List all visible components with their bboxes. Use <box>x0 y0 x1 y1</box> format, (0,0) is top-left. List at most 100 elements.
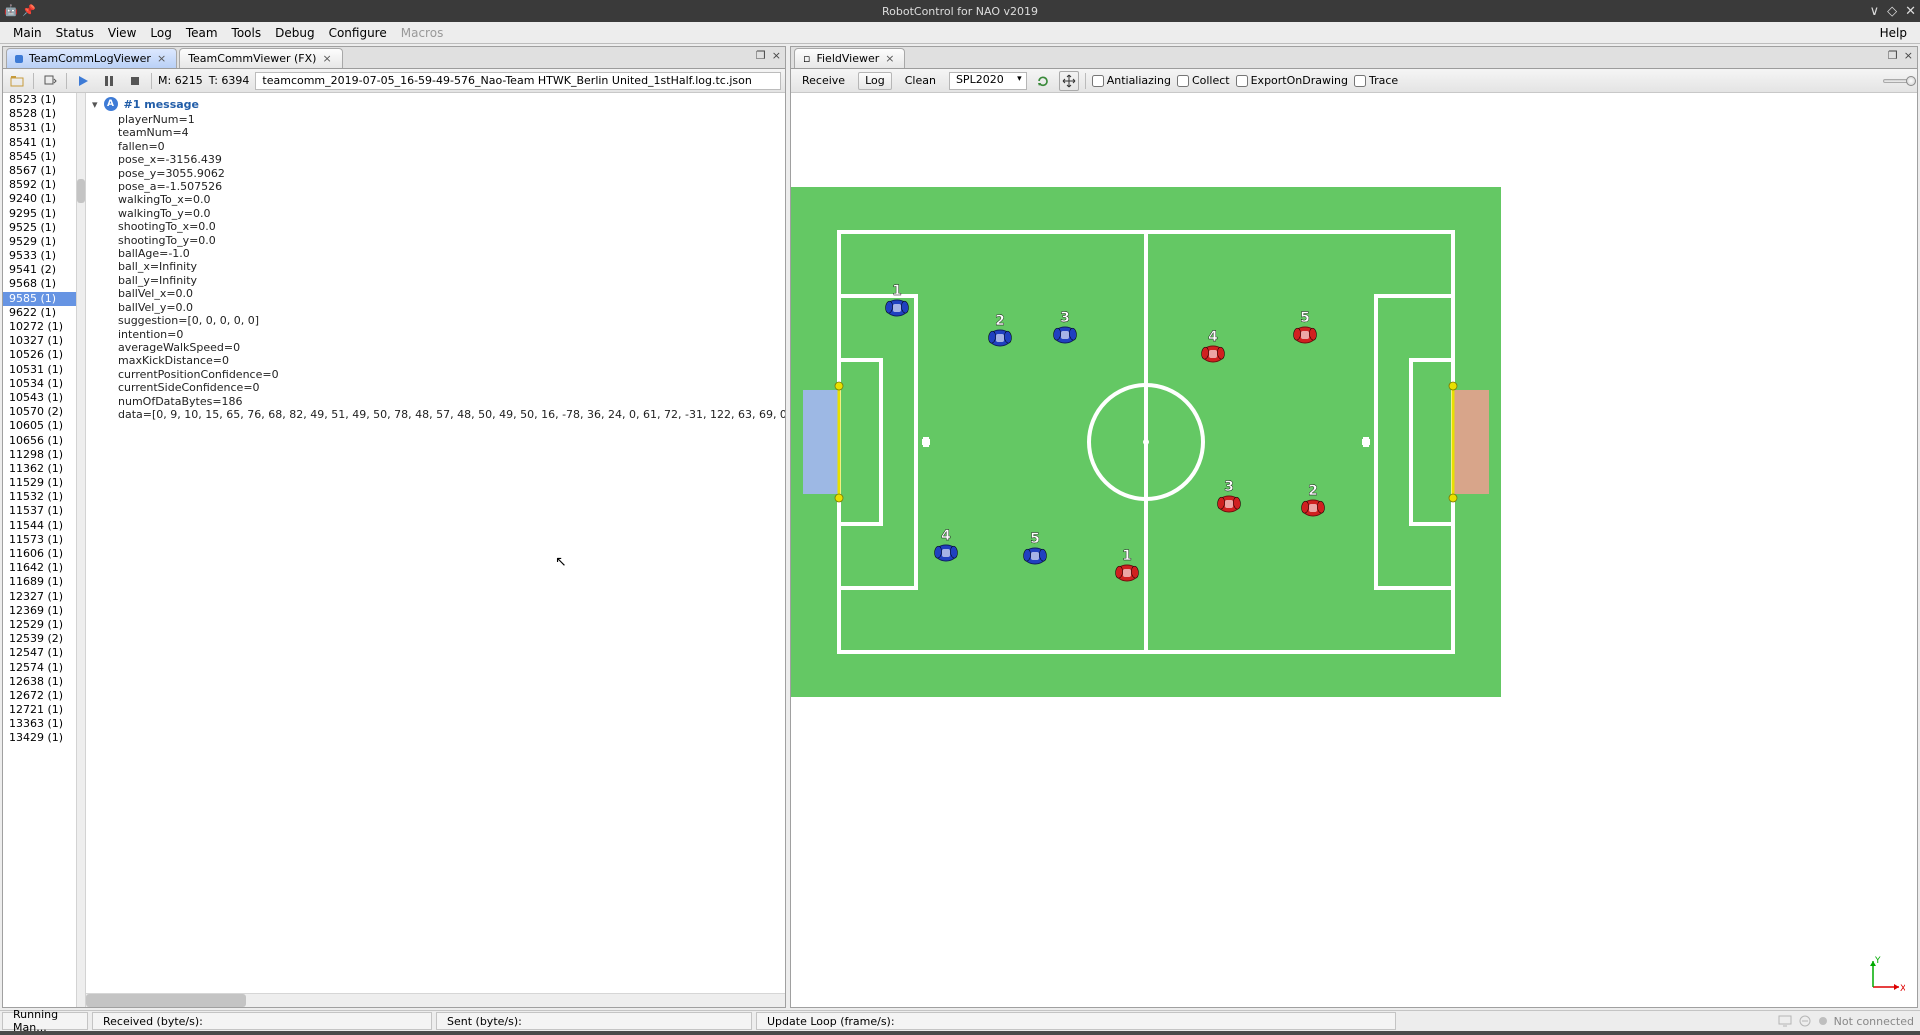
log-list-item[interactable]: 12547 (1) <box>3 646 76 660</box>
message-property-line: pose_y=3055.9062 <box>92 167 783 180</box>
field-canvas[interactable]: 1234512345 X Y <box>791 93 1917 1007</box>
log-list-item[interactable]: 12574 (1) <box>3 661 76 675</box>
log-list-item[interactable]: 8528 (1) <box>3 107 76 121</box>
log-list-item[interactable]: 12539 (2) <box>3 632 76 646</box>
collect-checkbox[interactable]: Collect <box>1177 74 1230 87</box>
log-list-item[interactable]: 11532 (1) <box>3 490 76 504</box>
export-checkbox[interactable]: ExportOnDrawing <box>1236 74 1348 87</box>
log-list-item[interactable]: 11362 (1) <box>3 462 76 476</box>
log-list-item[interactable]: 8592 (1) <box>3 178 76 192</box>
log-list-item[interactable]: 11606 (1) <box>3 547 76 561</box>
slider-thumb[interactable] <box>1906 76 1916 86</box>
message-tree-node[interactable]: ▾ A #1 message <box>92 97 783 111</box>
clean-button[interactable]: Clean <box>898 72 943 90</box>
log-list-item[interactable]: 11642 (1) <box>3 561 76 575</box>
log-list-item[interactable]: 10534 (1) <box>3 377 76 391</box>
close-icon[interactable]: × <box>157 52 166 65</box>
log-list-item[interactable]: 11544 (1) <box>3 519 76 533</box>
log-list-item[interactable]: 12529 (1) <box>3 618 76 632</box>
log-list-item[interactable]: 10605 (1) <box>3 419 76 433</box>
log-list-item[interactable]: 9529 (1) <box>3 235 76 249</box>
minimize-icon[interactable]: ∨ <box>1870 4 1880 19</box>
log-list-item[interactable]: 8531 (1) <box>3 121 76 135</box>
stop-button[interactable] <box>125 71 145 91</box>
close-icon[interactable]: ✕ <box>1905 4 1916 19</box>
log-list-item[interactable]: 12721 (1) <box>3 703 76 717</box>
field-preset-select[interactable]: SPL2020 <box>949 72 1027 90</box>
log-list-item[interactable]: 10272 (1) <box>3 320 76 334</box>
tab-teamcommviewerfx[interactable]: TeamCommViewer (FX) × <box>179 48 342 68</box>
maximize-icon[interactable]: ◇ <box>1887 4 1897 19</box>
pin-icon[interactable]: 📌 <box>22 4 36 18</box>
log-list-item[interactable]: 9541 (2) <box>3 263 76 277</box>
log-list-item[interactable]: 11573 (1) <box>3 533 76 547</box>
scrollbar-thumb[interactable] <box>86 994 246 1007</box>
log-list-item[interactable]: 8541 (1) <box>3 136 76 150</box>
move-tool-button[interactable] <box>1059 71 1079 91</box>
window-restore-icon[interactable]: ❐ <box>1888 49 1898 62</box>
message-property-line: suggestion=[0, 0, 0, 0, 0] <box>92 314 783 327</box>
menu-view[interactable]: View <box>101 24 143 42</box>
collapse-icon[interactable]: ▾ <box>92 98 98 111</box>
log-list-item[interactable]: 11529 (1) <box>3 476 76 490</box>
menu-debug[interactable]: Debug <box>268 24 321 42</box>
tab-teamcommlogviewer[interactable]: TeamCommLogViewer × <box>6 48 177 68</box>
log-list-item[interactable]: 11689 (1) <box>3 575 76 589</box>
log-list-item[interactable]: 12672 (1) <box>3 689 76 703</box>
message-property-line: currentPositionConfidence=0 <box>92 368 783 381</box>
log-list-item[interactable]: 12369 (1) <box>3 604 76 618</box>
panel-close-icon[interactable]: × <box>1904 49 1913 62</box>
menu-main[interactable]: Main <box>6 24 49 42</box>
log-list-item[interactable]: 10526 (1) <box>3 348 76 362</box>
log-list-item[interactable]: 10531 (1) <box>3 363 76 377</box>
status-running[interactable]: Running Man... <box>2 1012 88 1030</box>
log-list-item[interactable]: 9240 (1) <box>3 192 76 206</box>
log-list-item[interactable]: 13429 (1) <box>3 731 76 745</box>
log-list-item[interactable]: 9585 (1) <box>3 292 76 306</box>
antialias-checkbox[interactable]: Antialiazing <box>1092 74 1171 87</box>
log-list-item[interactable]: 9622 (1) <box>3 306 76 320</box>
receive-button[interactable]: Receive <box>795 72 852 90</box>
log-list-item[interactable]: 12327 (1) <box>3 590 76 604</box>
log-list-item[interactable]: 10570 (2) <box>3 405 76 419</box>
log-list-item[interactable]: 8567 (1) <box>3 164 76 178</box>
window-restore-icon[interactable]: ❐ <box>756 49 766 62</box>
menu-status[interactable]: Status <box>49 24 101 42</box>
panel-close-icon[interactable]: × <box>772 49 781 62</box>
menu-tools[interactable]: Tools <box>225 24 269 42</box>
close-icon[interactable]: × <box>885 52 894 65</box>
message-property-line: intention=0 <box>92 328 783 341</box>
menu-configure[interactable]: Configure <box>322 24 394 42</box>
pause-button[interactable] <box>99 71 119 91</box>
log-list-item[interactable]: 10327 (1) <box>3 334 76 348</box>
loglist-scrollbar[interactable] <box>77 93 86 1007</box>
log-list-item[interactable]: 9525 (1) <box>3 221 76 235</box>
log-list-item[interactable]: 12638 (1) <box>3 675 76 689</box>
scrollbar-thumb[interactable] <box>77 179 85 203</box>
menu-team[interactable]: Team <box>179 24 225 42</box>
h-scrollbar[interactable] <box>86 993 785 1007</box>
menu-log[interactable]: Log <box>143 24 178 42</box>
menu-help[interactable]: Help <box>1873 24 1914 42</box>
log-list-item[interactable]: 10543 (1) <box>3 391 76 405</box>
tab-fieldviewer[interactable]: ▫ FieldViewer × <box>794 48 905 68</box>
log-list-item[interactable]: 10656 (1) <box>3 434 76 448</box>
play-button[interactable] <box>73 71 93 91</box>
trace-checkbox[interactable]: Trace <box>1354 74 1398 87</box>
log-list-item[interactable]: 11537 (1) <box>3 504 76 518</box>
open-file-button[interactable] <box>7 71 27 91</box>
list-options-button[interactable] <box>40 71 60 91</box>
left-body: 8523 (1)8528 (1)8531 (1)8541 (1)8545 (1)… <box>3 93 785 1007</box>
refresh-button[interactable] <box>1033 71 1053 91</box>
log-button[interactable]: Log <box>858 72 892 90</box>
log-list-item[interactable]: 9533 (1) <box>3 249 76 263</box>
log-list-item[interactable]: 11298 (1) <box>3 448 76 462</box>
log-list-item[interactable]: 8545 (1) <box>3 150 76 164</box>
log-list[interactable]: 8523 (1)8528 (1)8531 (1)8541 (1)8545 (1)… <box>3 93 77 1007</box>
log-list-item[interactable]: 9568 (1) <box>3 277 76 291</box>
log-list-item[interactable]: 8523 (1) <box>3 93 76 107</box>
close-icon[interactable]: × <box>322 52 331 65</box>
log-list-item[interactable]: 9295 (1) <box>3 207 76 221</box>
zoom-slider[interactable] <box>1883 79 1913 83</box>
log-list-item[interactable]: 13363 (1) <box>3 717 76 731</box>
